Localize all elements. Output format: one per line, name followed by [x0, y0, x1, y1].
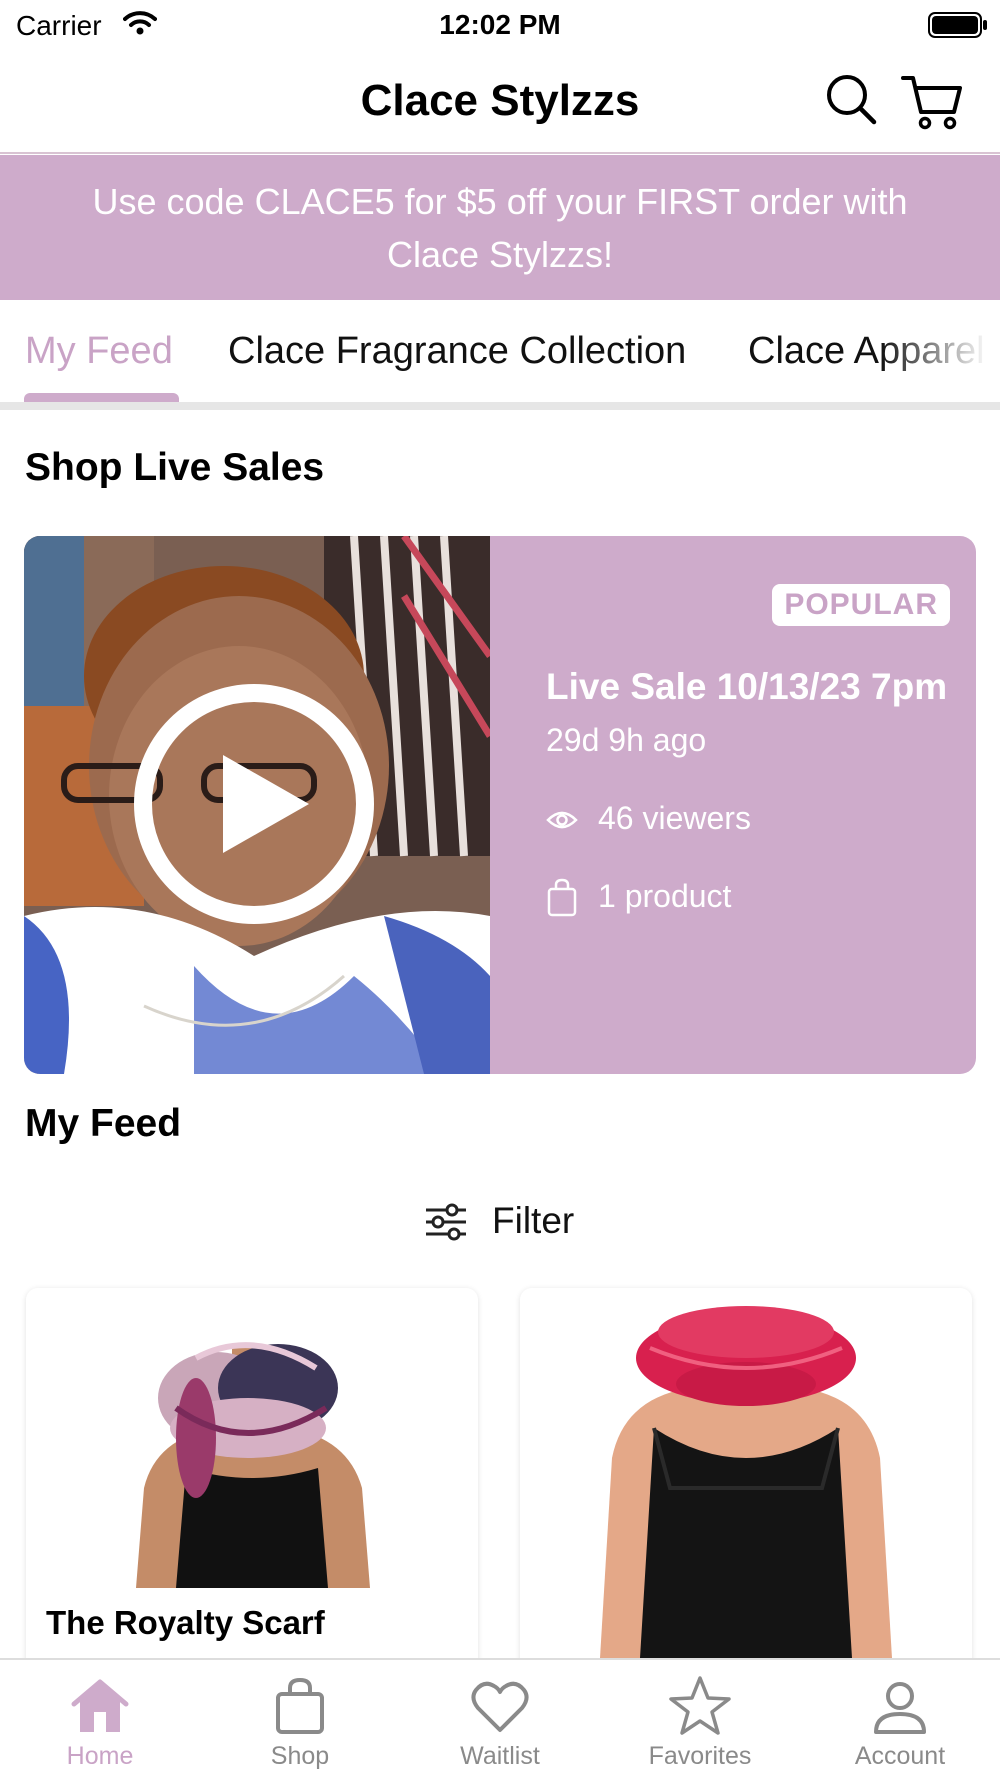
nav-favorites[interactable]: Favorites [600, 1660, 800, 1778]
category-tabs: My Feed Clace Fragrance Collection Clace… [0, 300, 1000, 410]
shopping-bag-icon [276, 1677, 324, 1734]
nav-account-label: Account [854, 1742, 946, 1770]
status-time: 12:02 PM [439, 9, 561, 40]
product-image [26, 1288, 478, 1588]
active-tab-indicator [24, 393, 179, 402]
promo-line-2: Clace Stylzzs! [386, 234, 614, 275]
nav-favorites-label: Favorites [648, 1742, 752, 1770]
eye-icon [546, 811, 578, 829]
filter-sliders-icon [426, 1203, 466, 1241]
tab-my-feed[interactable]: My Feed [25, 330, 173, 373]
nav-home-label: Home [66, 1742, 134, 1770]
shopping-bag-icon [547, 878, 577, 917]
live-sale-info: POPULAR Live Sale 10/13/23 7pm 29d 9h ag… [490, 536, 976, 1074]
promo-banner[interactable]: Use code CLACE5 for $5 off your FIRST or… [0, 155, 1000, 300]
user-icon [874, 1682, 926, 1734]
heart-icon [471, 1681, 529, 1732]
live-sale-time-ago: 29d 9h ago [546, 722, 707, 758]
star-icon [669, 1676, 731, 1735]
tab-clace-apparel[interactable]: Clace Apparel [748, 330, 985, 373]
promo-line-1: Use code CLACE5 for $5 off your FIRST or… [92, 181, 908, 222]
cart-icon[interactable] [900, 70, 966, 134]
home-icon [71, 1679, 129, 1732]
nav-shop[interactable]: Shop [200, 1660, 400, 1778]
bottom-tab-bar: Home Shop Waitlist Favorites Account [0, 1658, 1000, 1778]
feed-heading: My Feed [25, 1102, 182, 1145]
nav-shop-label: Shop [270, 1742, 330, 1770]
products-count: 1 product [598, 878, 732, 914]
live-sale-title: Live Sale 10/13/23 7pm [546, 666, 948, 707]
nav-waitlist[interactable]: Waitlist [400, 1660, 600, 1778]
viewers-count: 46 viewers [598, 800, 751, 836]
search-icon[interactable] [822, 70, 882, 130]
status-bar: Carrier 12:02 PM [0, 0, 1000, 50]
filter-label: Filter [492, 1200, 575, 1241]
app-header: Clace Stylzzs [0, 50, 1000, 154]
live-sale-thumbnail[interactable] [24, 536, 490, 1074]
play-icon[interactable] [133, 683, 375, 925]
live-sale-card[interactable]: POPULAR Live Sale 10/13/23 7pm 29d 9h ag… [24, 536, 976, 1074]
filter-button[interactable]: Filter [424, 1198, 584, 1244]
nav-home[interactable]: Home [0, 1660, 200, 1778]
nav-account[interactable]: Account [800, 1660, 1000, 1778]
battery-icon [928, 12, 987, 38]
product-image [520, 1288, 972, 1658]
product-card[interactable] [520, 1288, 972, 1718]
nav-waitlist-label: Waitlist [460, 1742, 540, 1770]
live-sales-heading: Shop Live Sales [25, 446, 325, 489]
product-name: The Royalty Scarf [46, 1604, 325, 1641]
product-card[interactable]: The Royalty Scarf [26, 1288, 478, 1718]
tab-clace-fragrance-collection[interactable]: Clace Fragrance Collection [228, 330, 686, 373]
popular-badge: POPULAR [772, 584, 950, 626]
